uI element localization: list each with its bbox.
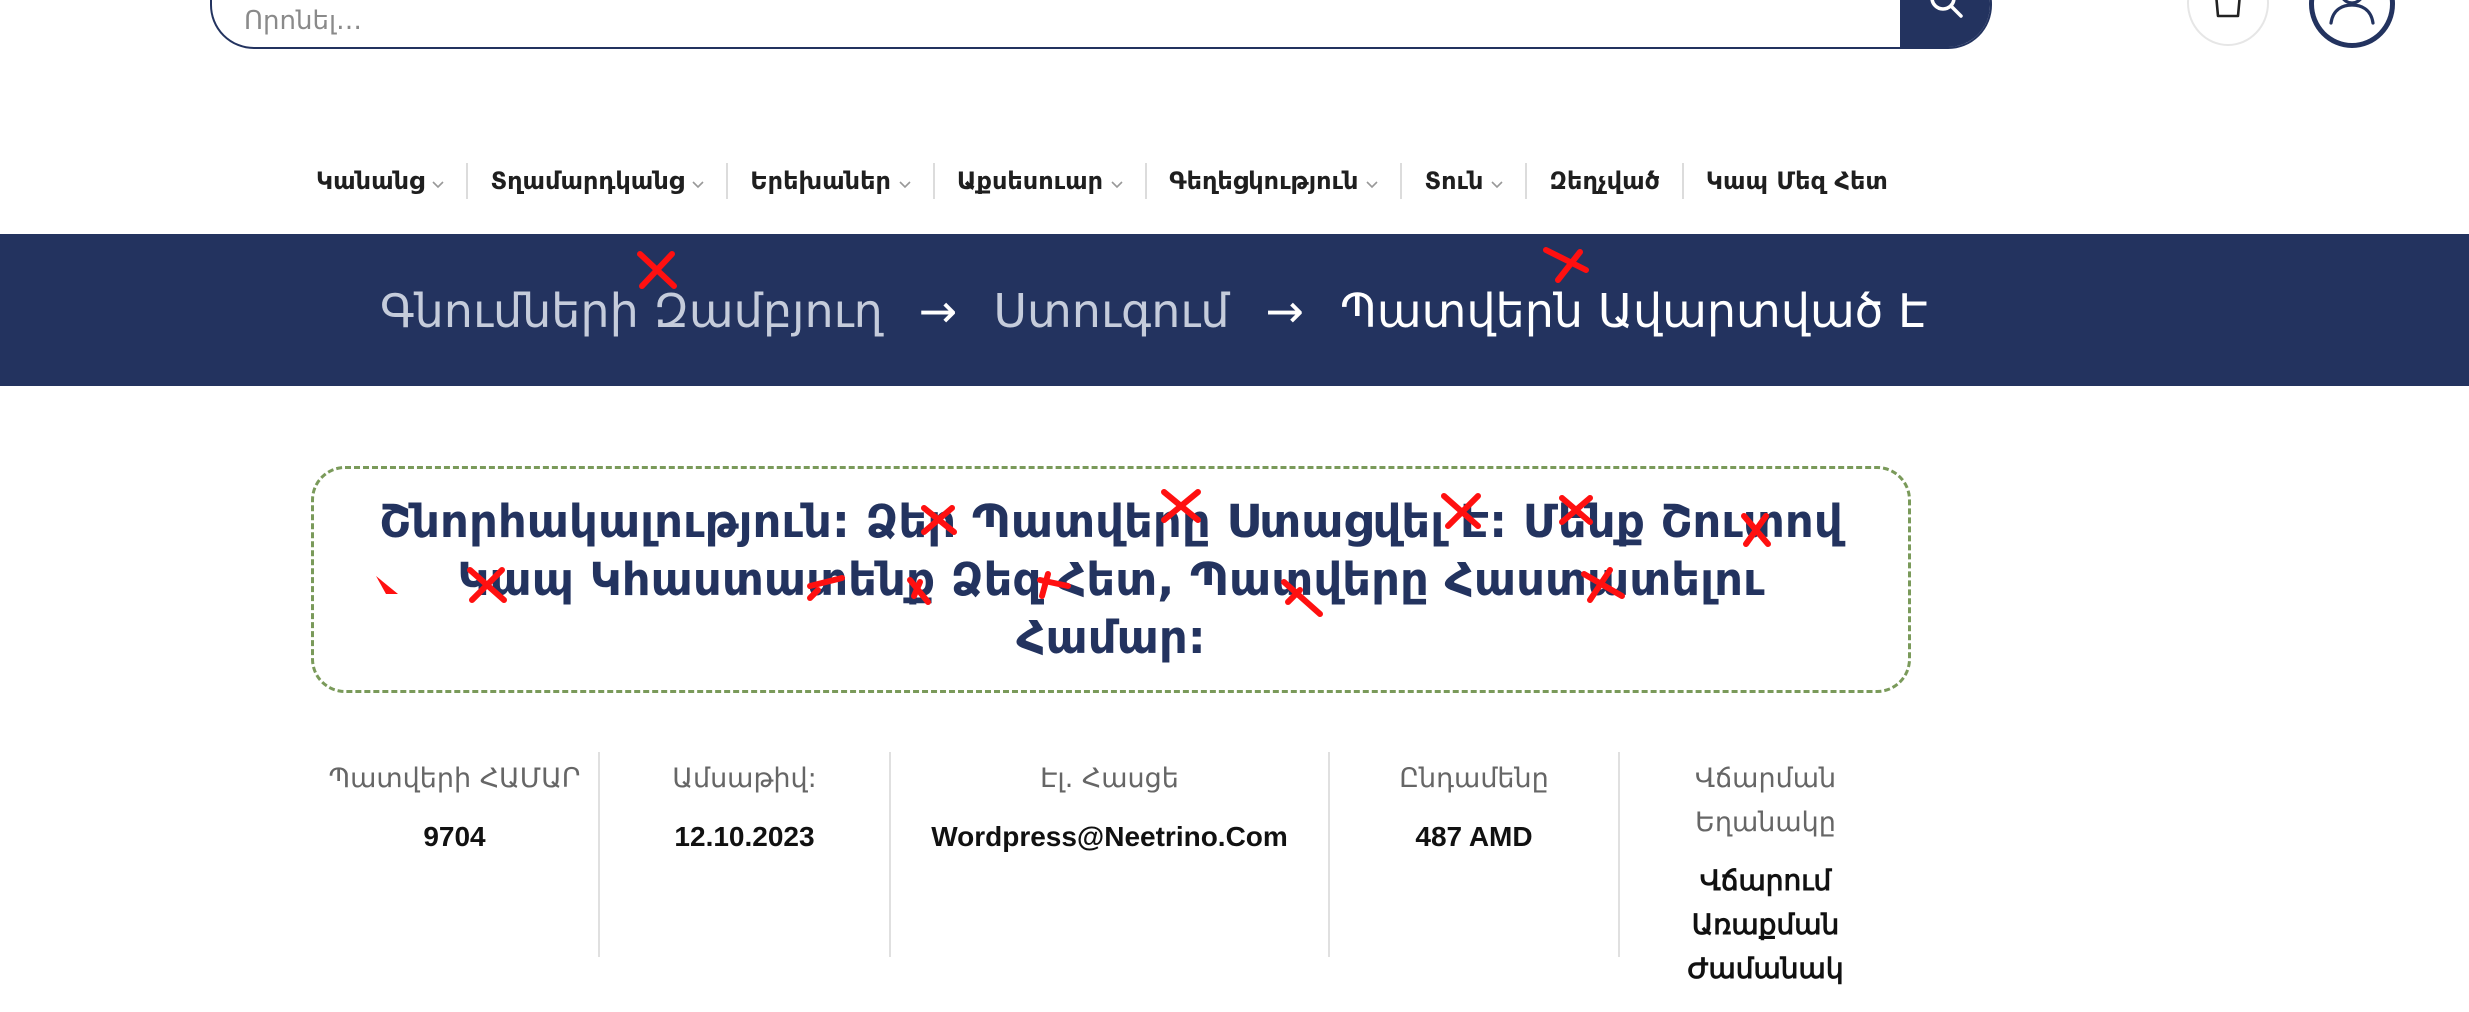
- main-nav: Կանանց Տղամարդկանց Երեխաներ Աքսեսուար Գե…: [300, 158, 1910, 204]
- search-bar: [210, 0, 1992, 49]
- breadcrumb-arrow: →: [1265, 284, 1305, 338]
- breadcrumb-cart-link[interactable]: Գնումների Զամբյուղ: [380, 284, 883, 338]
- order-number-value: 9704: [423, 821, 486, 852]
- chevron-down-icon: [692, 167, 704, 195]
- chevron-down-icon: [1366, 167, 1379, 195]
- order-date-cell: Ամսաթիվ: 12.10.2023: [600, 752, 891, 957]
- order-email-value: Wordpress@Neetrino.Com: [931, 821, 1288, 852]
- order-total-cell: Ընդամենը 487 AMD: [1330, 752, 1620, 957]
- order-number-cell: Պատվերի ՀԱՄԱՐ 9704: [311, 752, 600, 957]
- order-number-label: Պատվերի ՀԱՄԱՐ: [328, 763, 581, 794]
- chevron-down-icon: [899, 167, 911, 195]
- nav-item-home[interactable]: Տուն: [1402, 163, 1525, 199]
- order-received-notice: Շնորհակալություն: Ձեր Պատվերը Ստացվել Է:…: [311, 466, 1911, 693]
- nav-item-label: Կապ Մեզ Հետ: [1705, 167, 1888, 195]
- user-icon: [2327, 0, 2377, 43]
- cart-button[interactable]: [2187, 0, 2269, 46]
- search-button[interactable]: [1900, 0, 1990, 47]
- chevron-down-icon: [1491, 167, 1504, 195]
- nav-item-kids[interactable]: Երեխաներ: [728, 163, 933, 199]
- breadcrumb-checkout-link[interactable]: Ստուգում: [993, 284, 1229, 338]
- account-button[interactable]: [2309, 0, 2395, 48]
- nav-item-label: Աքսեսուար: [956, 167, 1104, 195]
- search-input[interactable]: [242, 0, 1882, 47]
- nav-item-women[interactable]: Կանանց: [300, 163, 466, 199]
- nav-item-contact[interactable]: Կապ Մեզ Հետ: [1684, 163, 1910, 199]
- nav-item-label: Գեղեցկություն: [1169, 167, 1359, 195]
- nav-item-sale[interactable]: Զեղչված: [1527, 163, 1681, 199]
- order-payment-cell: Վճարման Եղանակը Վճարում Առաքման Ժամանակ: [1620, 752, 1911, 984]
- order-email-label: Էլ. Հասցե: [1040, 763, 1179, 794]
- order-date-value: 12.10.2023: [674, 821, 815, 852]
- breadcrumb-arrow: →: [918, 284, 958, 338]
- order-total-label: Ընդամենը: [1399, 763, 1549, 794]
- chevron-down-icon: [432, 167, 445, 195]
- order-total-value: 487 AMD: [1415, 821, 1533, 852]
- nav-item-label: Կանանց: [316, 167, 425, 195]
- order-date-label: Ամսաթիվ:: [672, 763, 817, 794]
- nav-item-men[interactable]: Տղամարդկանց: [468, 163, 726, 199]
- page-banner: Գնումների Զամբյուղ → Ստուգում → Պատվերն …: [0, 234, 2469, 386]
- search-icon: [1928, 0, 1964, 47]
- nav-item-label: Զեղչված: [1549, 167, 1660, 195]
- order-email-cell: Էլ. Հասցե Wordpress@Neetrino.Com: [891, 752, 1330, 957]
- breadcrumb-current: Պատվերն Ավարտված Է: [1340, 284, 1928, 338]
- nav-item-label: Երեխաներ: [750, 167, 891, 195]
- order-overview: Պատվերի ՀԱՄԱՐ 9704 Ամսաթիվ: 12.10.2023 Է…: [311, 752, 1911, 1012]
- chevron-down-icon: [1111, 167, 1123, 195]
- breadcrumb: Գնումների Զամբյուղ → Ստուգում → Պատվերն …: [380, 276, 1928, 346]
- nav-item-beauty[interactable]: Գեղեցկություն: [1147, 163, 1400, 199]
- shopping-bag-icon: [2210, 0, 2246, 44]
- notice-text: Շնորհակալություն: Ձեր Պատվերը Ստացվել Է:…: [379, 494, 1843, 664]
- order-payment-value: Վճարում Առաքման Ժամանակ: [1687, 865, 1844, 984]
- nav-item-accessories[interactable]: Աքսեսուար: [935, 163, 1145, 199]
- nav-item-label: Տուն: [1424, 167, 1484, 195]
- order-payment-label: Վճարման Եղանակը: [1694, 763, 1837, 838]
- nav-item-label: Տղամարդկանց: [490, 167, 685, 195]
